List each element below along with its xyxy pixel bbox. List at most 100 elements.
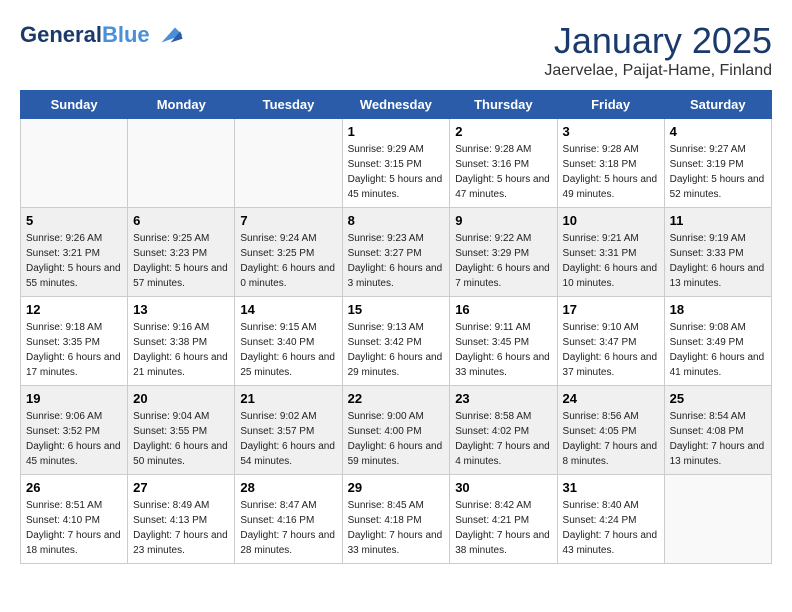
day-header-friday: Friday	[557, 91, 664, 119]
calendar-cell: 29Sunrise: 8:45 AM Sunset: 4:18 PM Dayli…	[342, 475, 450, 564]
day-number: 23	[455, 391, 551, 406]
day-number: 27	[133, 480, 229, 495]
day-number: 24	[563, 391, 659, 406]
day-info: Sunrise: 8:54 AM Sunset: 4:08 PM Dayligh…	[670, 409, 766, 469]
calendar-cell: 9 Sunrise: 9:22 AM Sunset: 3:29 PM Daylig…	[450, 208, 557, 297]
calendar-cell: 4Sunrise: 9:27 AM Sunset: 3:19 PM Daylig…	[664, 119, 771, 208]
calendar-cell: 26Sunrise: 8:51 AM Sunset: 4:10 PM Dayli…	[21, 475, 128, 564]
day-number: 28	[240, 480, 336, 495]
day-info: Sunrise: 9:21 AM Sunset: 3:31 PM Dayligh…	[563, 231, 659, 291]
calendar-cell: 28 Sunrise: 8:47 AM Sunset: 4:16 PM Dayli…	[235, 475, 342, 564]
calendar-cell: 8 Sunrise: 9:23 AM Sunset: 3:27 PM Daylig…	[342, 208, 450, 297]
day-number: 15	[348, 302, 445, 317]
calendar-cell: 10 Sunrise: 9:21 AM Sunset: 3:31 PM Dayli…	[557, 208, 664, 297]
day-info: Sunrise: 9:22 AM Sunset: 3:29 PM Dayligh…	[455, 231, 551, 291]
calendar-cell: 3 Sunrise: 9:28 AM Sunset: 3:18 PM Daylig…	[557, 119, 664, 208]
day-number: 8	[348, 213, 445, 228]
calendar-week-row: 12 Sunrise: 9:18 AM Sunset: 3:35 PM Dayli…	[21, 297, 772, 386]
calendar-cell: 15 Sunrise: 9:13 AM Sunset: 3:42 PM Dayli…	[342, 297, 450, 386]
day-info: Sunrise: 9:23 AM Sunset: 3:27 PM Dayligh…	[348, 231, 445, 291]
day-info: Sunrise: 9:16 AM Sunset: 3:38 PM Dayligh…	[133, 320, 229, 380]
day-info: Sunrise: 8:47 AM Sunset: 4:16 PM Dayligh…	[240, 498, 336, 558]
day-info: Sunrise: 8:49 AM Sunset: 4:13 PM Dayligh…	[133, 498, 229, 558]
day-number: 4	[670, 124, 766, 139]
calendar-cell: 18 Sunrise: 9:08 AM Sunset: 3:49 PM Dayli…	[664, 297, 771, 386]
calendar-cell: 24Sunrise: 8:56 AM Sunset: 4:05 PM Dayli…	[557, 386, 664, 475]
day-number: 3	[563, 124, 659, 139]
calendar-cell: 31 Sunrise: 8:40 AM Sunset: 4:24 PM Dayli…	[557, 475, 664, 564]
calendar-cell: 22 Sunrise: 9:00 AM Sunset: 4:00 PM Dayli…	[342, 386, 450, 475]
day-number: 13	[133, 302, 229, 317]
day-number: 19	[26, 391, 122, 406]
calendar-cell: 30 Sunrise: 8:42 AM Sunset: 4:21 PM Dayli…	[450, 475, 557, 564]
calendar-cell: 6 Sunrise: 9:25 AM Sunset: 3:23 PM Daylig…	[128, 208, 235, 297]
day-number: 16	[455, 302, 551, 317]
calendar-cell: 17 Sunrise: 9:10 AM Sunset: 3:47 PM Dayli…	[557, 297, 664, 386]
calendar-week-row: 1Sunrise: 9:29 AM Sunset: 3:15 PM Daylig…	[21, 119, 772, 208]
day-number: 5	[26, 213, 122, 228]
day-info: Sunrise: 9:18 AM Sunset: 3:35 PM Dayligh…	[26, 320, 122, 380]
location-subtitle: Jaervelae, Paijat-Hame, Finland	[544, 62, 772, 80]
day-number: 25	[670, 391, 766, 406]
calendar-cell: 21Sunrise: 9:02 AM Sunset: 3:57 PM Dayli…	[235, 386, 342, 475]
day-number: 2	[455, 124, 551, 139]
day-number: 18	[670, 302, 766, 317]
day-info: Sunrise: 9:04 AM Sunset: 3:55 PM Dayligh…	[133, 409, 229, 469]
calendar-cell: 27 Sunrise: 8:49 AM Sunset: 4:13 PM Dayli…	[128, 475, 235, 564]
calendar-cell: 23 Sunrise: 8:58 AM Sunset: 4:02 PM Dayli…	[450, 386, 557, 475]
day-info: Sunrise: 9:10 AM Sunset: 3:47 PM Dayligh…	[563, 320, 659, 380]
day-info: Sunrise: 9:00 AM Sunset: 4:00 PM Dayligh…	[348, 409, 445, 469]
day-number: 29	[348, 480, 445, 495]
day-number: 31	[563, 480, 659, 495]
day-number: 30	[455, 480, 551, 495]
calendar-cell: 13 Sunrise: 9:16 AM Sunset: 3:38 PM Dayli…	[128, 297, 235, 386]
calendar-cell: 7Sunrise: 9:24 AM Sunset: 3:25 PM Daylig…	[235, 208, 342, 297]
calendar-cell	[664, 475, 771, 564]
day-info: Sunrise: 9:26 AM Sunset: 3:21 PM Dayligh…	[26, 231, 122, 291]
calendar-week-row: 5 Sunrise: 9:26 AM Sunset: 3:21 PM Daylig…	[21, 208, 772, 297]
day-number: 11	[670, 213, 766, 228]
day-header-tuesday: Tuesday	[235, 91, 342, 119]
day-number: 22	[348, 391, 445, 406]
day-number: 26	[26, 480, 122, 495]
day-info: Sunrise: 9:08 AM Sunset: 3:49 PM Dayligh…	[670, 320, 766, 380]
day-header-monday: Monday	[128, 91, 235, 119]
logo-text: GeneralBlue	[20, 23, 150, 47]
day-info: Sunrise: 9:15 AM Sunset: 3:40 PM Dayligh…	[240, 320, 336, 380]
day-number: 21	[240, 391, 336, 406]
day-number: 9	[455, 213, 551, 228]
day-info: Sunrise: 9:24 AM Sunset: 3:25 PM Dayligh…	[240, 231, 336, 291]
day-number: 17	[563, 302, 659, 317]
day-info: Sunrise: 9:25 AM Sunset: 3:23 PM Dayligh…	[133, 231, 229, 291]
day-info: Sunrise: 8:40 AM Sunset: 4:24 PM Dayligh…	[563, 498, 659, 558]
calendar-cell: 16 Sunrise: 9:11 AM Sunset: 3:45 PM Dayli…	[450, 297, 557, 386]
day-number: 10	[563, 213, 659, 228]
calendar-cell: 20Sunrise: 9:04 AM Sunset: 3:55 PM Dayli…	[128, 386, 235, 475]
calendar-week-row: 26Sunrise: 8:51 AM Sunset: 4:10 PM Dayli…	[21, 475, 772, 564]
calendar-cell: 14 Sunrise: 9:15 AM Sunset: 3:40 PM Dayli…	[235, 297, 342, 386]
calendar-cell: 5 Sunrise: 9:26 AM Sunset: 3:21 PM Daylig…	[21, 208, 128, 297]
day-info: Sunrise: 9:19 AM Sunset: 3:33 PM Dayligh…	[670, 231, 766, 291]
logo: GeneralBlue	[20, 20, 184, 50]
calendar-cell	[21, 119, 128, 208]
calendar-table: SundayMondayTuesdayWednesdayThursdayFrid…	[20, 90, 772, 564]
calendar-body: 1Sunrise: 9:29 AM Sunset: 3:15 PM Daylig…	[21, 119, 772, 564]
day-number: 12	[26, 302, 122, 317]
day-info: Sunrise: 9:11 AM Sunset: 3:45 PM Dayligh…	[455, 320, 551, 380]
page-header: GeneralBlue January 2025 Jaervelae, Paij…	[20, 20, 772, 80]
day-info: Sunrise: 9:28 AM Sunset: 3:18 PM Dayligh…	[563, 142, 659, 202]
day-number: 14	[240, 302, 336, 317]
days-header-row: SundayMondayTuesdayWednesdayThursdayFrid…	[21, 91, 772, 119]
calendar-cell: 2Sunrise: 9:28 AM Sunset: 3:16 PM Daylig…	[450, 119, 557, 208]
day-info: Sunrise: 8:42 AM Sunset: 4:21 PM Dayligh…	[455, 498, 551, 558]
day-header-saturday: Saturday	[664, 91, 771, 119]
logo-icon	[154, 20, 184, 50]
calendar-cell: 12 Sunrise: 9:18 AM Sunset: 3:35 PM Dayli…	[21, 297, 128, 386]
day-info: Sunrise: 9:13 AM Sunset: 3:42 PM Dayligh…	[348, 320, 445, 380]
calendar-cell	[235, 119, 342, 208]
month-title: January 2025	[544, 20, 772, 62]
day-info: Sunrise: 8:58 AM Sunset: 4:02 PM Dayligh…	[455, 409, 551, 469]
title-block: January 2025 Jaervelae, Paijat-Hame, Fin…	[544, 20, 772, 80]
day-number: 6	[133, 213, 229, 228]
day-info: Sunrise: 9:29 AM Sunset: 3:15 PM Dayligh…	[348, 142, 445, 202]
